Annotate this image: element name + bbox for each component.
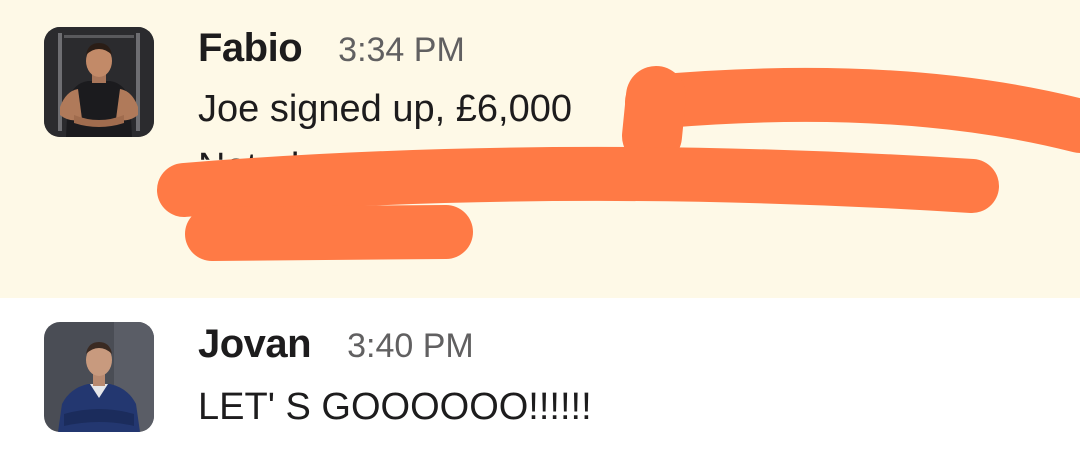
person-avatar-icon xyxy=(44,322,154,432)
avatar[interactable] xyxy=(44,322,154,432)
message-text: Joe signed up, £6,000 xyxy=(198,88,572,130)
redaction-scribble xyxy=(157,66,1080,261)
message-fabio[interactable]: Fabio 3:34 PM Joe signed up, £6,000 Note… xyxy=(0,0,1080,298)
sender-name[interactable]: Jovan xyxy=(198,322,312,367)
sender-name[interactable]: Fabio xyxy=(198,26,303,71)
message-feed: Fabio 3:34 PM Joe signed up, £6,000 Note… xyxy=(0,0,1080,468)
person-avatar-icon xyxy=(44,27,154,137)
message-header: Jovan 3:40 PM xyxy=(198,322,474,367)
message-jovan[interactable]: Jovan 3:40 PM LET' S GOOOOOO!!!!!! xyxy=(0,298,1080,468)
avatar[interactable] xyxy=(44,27,154,137)
message-timestamp[interactable]: 3:34 PM xyxy=(338,31,465,70)
message-text-partial: Noted xyxy=(198,146,300,188)
message-header: Fabio 3:34 PM xyxy=(198,26,465,71)
message-timestamp[interactable]: 3:40 PM xyxy=(347,327,474,366)
message-text: LET' S GOOOOOO!!!!!! xyxy=(198,386,592,428)
